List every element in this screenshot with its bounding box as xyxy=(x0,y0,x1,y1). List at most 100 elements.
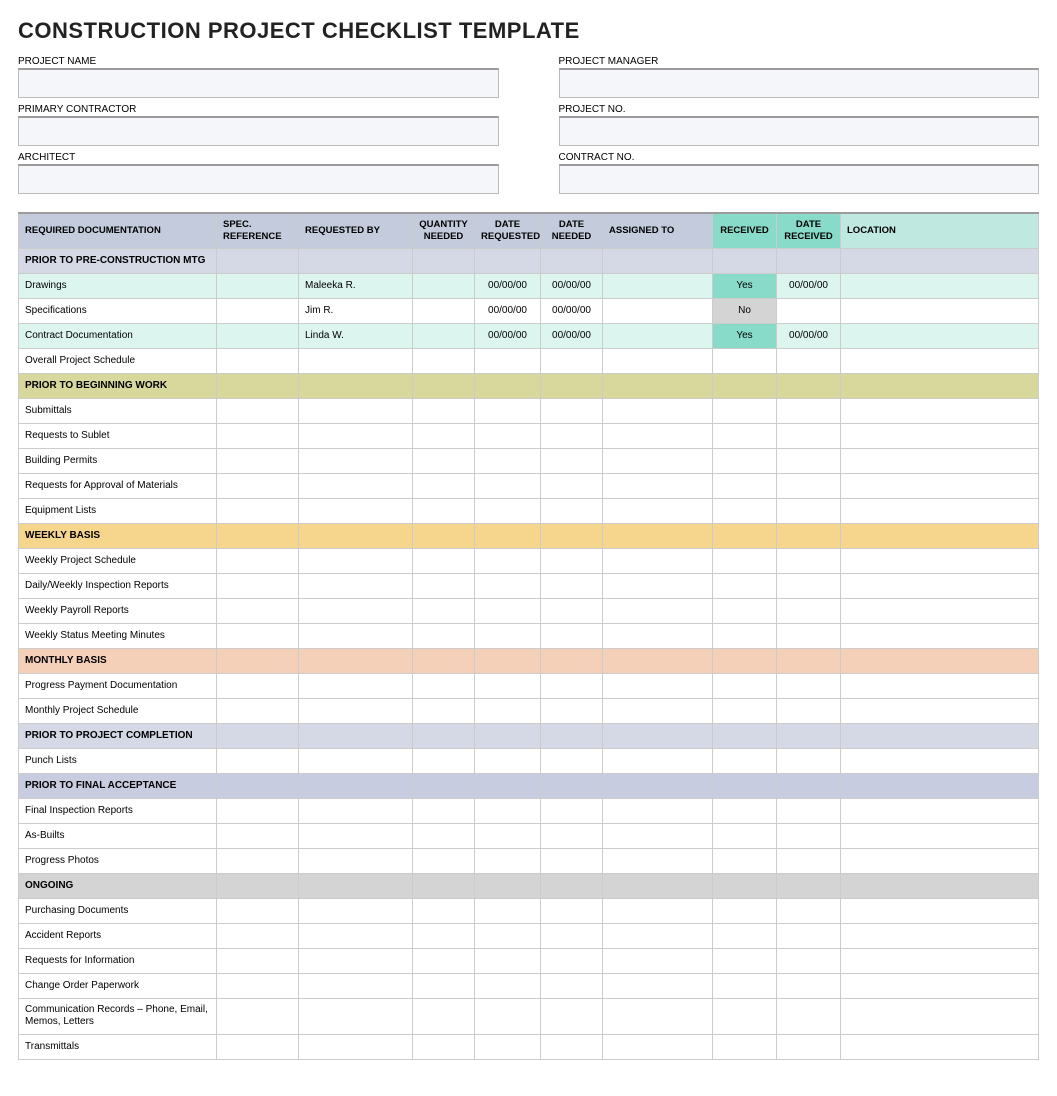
cell-date-requested[interactable] xyxy=(475,548,541,573)
cell-received[interactable]: No xyxy=(713,298,777,323)
cell-date-needed[interactable]: 00/00/00 xyxy=(541,298,603,323)
cell-date-needed[interactable] xyxy=(541,998,603,1034)
cell-location[interactable] xyxy=(841,548,1039,573)
cell-date-needed[interactable] xyxy=(541,573,603,598)
cell-received[interactable] xyxy=(713,673,777,698)
cell-assigned[interactable] xyxy=(603,498,713,523)
cell-doc[interactable]: Progress Payment Documentation xyxy=(19,673,217,698)
cell-date-requested[interactable] xyxy=(475,423,541,448)
cell-assigned[interactable] xyxy=(603,923,713,948)
cell-quantity[interactable] xyxy=(413,798,475,823)
cell-spec[interactable] xyxy=(217,948,299,973)
cell-requested-by[interactable]: Jim R. xyxy=(299,298,413,323)
cell-received[interactable] xyxy=(713,398,777,423)
cell-date-needed[interactable] xyxy=(541,1034,603,1059)
cell-assigned[interactable] xyxy=(603,298,713,323)
cell-requested-by[interactable] xyxy=(299,673,413,698)
cell-date-needed[interactable] xyxy=(541,798,603,823)
cell-date-requested[interactable] xyxy=(475,898,541,923)
cell-location[interactable] xyxy=(841,423,1039,448)
cell-quantity[interactable] xyxy=(413,823,475,848)
cell-quantity[interactable] xyxy=(413,848,475,873)
cell-received[interactable] xyxy=(713,948,777,973)
cell-doc[interactable]: Punch Lists xyxy=(19,748,217,773)
cell-requested-by[interactable] xyxy=(299,898,413,923)
cell-assigned[interactable] xyxy=(603,473,713,498)
cell-received[interactable] xyxy=(713,898,777,923)
cell-quantity[interactable] xyxy=(413,673,475,698)
cell-doc[interactable]: Submittals xyxy=(19,398,217,423)
cell-date-received[interactable] xyxy=(777,1034,841,1059)
cell-assigned[interactable] xyxy=(603,323,713,348)
cell-quantity[interactable] xyxy=(413,898,475,923)
cell-date-received[interactable] xyxy=(777,848,841,873)
cell-date-received[interactable] xyxy=(777,498,841,523)
cell-location[interactable] xyxy=(841,698,1039,723)
cell-location[interactable] xyxy=(841,348,1039,373)
cell-assigned[interactable] xyxy=(603,823,713,848)
cell-date-received[interactable] xyxy=(777,423,841,448)
cell-received[interactable] xyxy=(713,698,777,723)
cell-requested-by[interactable] xyxy=(299,698,413,723)
cell-date-received[interactable] xyxy=(777,398,841,423)
cell-requested-by[interactable] xyxy=(299,598,413,623)
cell-received[interactable] xyxy=(713,848,777,873)
cell-location[interactable] xyxy=(841,598,1039,623)
cell-location[interactable] xyxy=(841,748,1039,773)
cell-location[interactable] xyxy=(841,323,1039,348)
cell-spec[interactable] xyxy=(217,448,299,473)
cell-date-received[interactable] xyxy=(777,473,841,498)
cell-location[interactable] xyxy=(841,273,1039,298)
cell-date-received[interactable] xyxy=(777,698,841,723)
cell-location[interactable] xyxy=(841,298,1039,323)
cell-spec[interactable] xyxy=(217,698,299,723)
cell-received[interactable] xyxy=(713,573,777,598)
cell-assigned[interactable] xyxy=(603,273,713,298)
cell-received[interactable] xyxy=(713,1034,777,1059)
primary-contractor-input[interactable] xyxy=(18,116,499,146)
cell-assigned[interactable] xyxy=(603,423,713,448)
cell-quantity[interactable] xyxy=(413,598,475,623)
cell-location[interactable] xyxy=(841,473,1039,498)
cell-doc[interactable]: Transmittals xyxy=(19,1034,217,1059)
cell-requested-by[interactable] xyxy=(299,548,413,573)
cell-received[interactable] xyxy=(713,823,777,848)
cell-location[interactable] xyxy=(841,498,1039,523)
cell-date-needed[interactable] xyxy=(541,398,603,423)
cell-quantity[interactable] xyxy=(413,1034,475,1059)
cell-requested-by[interactable] xyxy=(299,573,413,598)
cell-requested-by[interactable] xyxy=(299,1034,413,1059)
cell-quantity[interactable] xyxy=(413,698,475,723)
cell-date-received[interactable] xyxy=(777,798,841,823)
project-name-input[interactable] xyxy=(18,68,499,98)
cell-date-requested[interactable] xyxy=(475,473,541,498)
cell-received[interactable] xyxy=(713,423,777,448)
contract-no-input[interactable] xyxy=(559,164,1040,194)
cell-date-requested[interactable] xyxy=(475,448,541,473)
cell-date-requested[interactable] xyxy=(475,698,541,723)
cell-date-needed[interactable] xyxy=(541,698,603,723)
cell-doc[interactable]: Requests to Sublet xyxy=(19,423,217,448)
cell-doc[interactable]: Specifications xyxy=(19,298,217,323)
cell-date-requested[interactable] xyxy=(475,798,541,823)
cell-date-requested[interactable] xyxy=(475,348,541,373)
cell-date-requested[interactable] xyxy=(475,573,541,598)
cell-quantity[interactable] xyxy=(413,273,475,298)
cell-quantity[interactable] xyxy=(413,448,475,473)
project-manager-input[interactable] xyxy=(559,68,1040,98)
cell-quantity[interactable] xyxy=(413,398,475,423)
cell-received[interactable] xyxy=(713,548,777,573)
cell-date-needed[interactable] xyxy=(541,748,603,773)
cell-spec[interactable] xyxy=(217,398,299,423)
cell-received[interactable] xyxy=(713,473,777,498)
cell-date-requested[interactable] xyxy=(475,598,541,623)
cell-quantity[interactable] xyxy=(413,298,475,323)
cell-doc[interactable]: Progress Photos xyxy=(19,848,217,873)
cell-assigned[interactable] xyxy=(603,448,713,473)
cell-quantity[interactable] xyxy=(413,323,475,348)
cell-requested-by[interactable] xyxy=(299,448,413,473)
cell-location[interactable] xyxy=(841,798,1039,823)
cell-date-needed[interactable] xyxy=(541,498,603,523)
cell-location[interactable] xyxy=(841,448,1039,473)
cell-date-received[interactable] xyxy=(777,673,841,698)
